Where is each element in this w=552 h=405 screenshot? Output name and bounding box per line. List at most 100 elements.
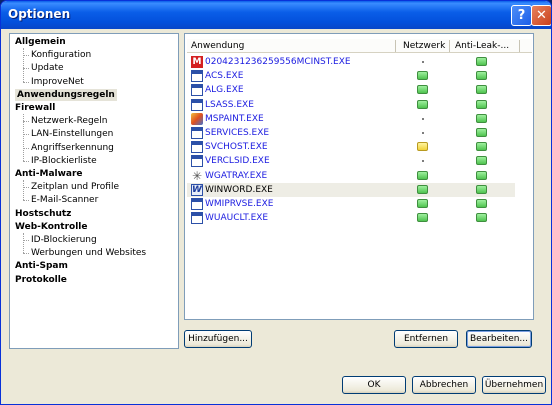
- tree-connector: [23, 232, 24, 254]
- anti-leak-status-green-indicator[interactable]: [476, 57, 487, 66]
- table-row[interactable]: VERCLSID.EXE: [187, 154, 515, 168]
- app-window-icon: [191, 98, 203, 111]
- application-name: VERCLSID.EXE: [205, 156, 270, 167]
- app-window-icon: [191, 198, 203, 210]
- network-status-green-indicator[interactable]: [417, 99, 428, 109]
- tree-item-netzwerk-regeln[interactable]: Netzwerk-Regeln: [31, 115, 107, 127]
- tree-item-id-blockierung[interactable]: ID-Blockierung: [31, 234, 97, 246]
- table-row[interactable]: M 0204231236259556MCINST.EXE: [187, 55, 515, 69]
- tree-item-anti-malware[interactable]: Anti-Malware: [15, 168, 83, 180]
- tree-item-web-kontrolle[interactable]: Web-Kontrolle: [15, 221, 88, 233]
- star-icon: ✳: [191, 168, 203, 183]
- paint-icon: [191, 112, 203, 125]
- network-status-dot-indicator[interactable]: [422, 117, 424, 120]
- column-header-application[interactable]: Anwendung: [187, 39, 395, 53]
- tree-item-protokolle[interactable]: Protokolle: [15, 274, 67, 286]
- tree-item-firewall[interactable]: Firewall: [15, 102, 55, 114]
- anti-leak-status-green-indicator[interactable]: [476, 156, 487, 166]
- tree-item-zeitplan-und-profile[interactable]: Zeitplan und Profile: [31, 181, 119, 193]
- network-status-green-indicator[interactable]: [417, 199, 428, 208]
- add-button[interactable]: Hinzufügen...: [184, 330, 252, 348]
- tree-item-konfiguration[interactable]: Konfiguration: [31, 49, 91, 61]
- application-name: WGATRAY.EXE: [205, 170, 268, 181]
- application-name: SVCHOST.EXE: [205, 142, 268, 153]
- help-button[interactable]: ?: [511, 5, 532, 26]
- network-status-green-indicator[interactable]: [417, 213, 428, 223]
- anti-leak-status-green-indicator[interactable]: [476, 128, 487, 137]
- application-name: ALG.EXE: [205, 85, 244, 96]
- anti-leak-status-green-indicator[interactable]: [476, 213, 487, 223]
- network-status-dot-indicator[interactable]: [422, 61, 424, 63]
- table-row[interactable]: WUAUCLT.EXE: [187, 211, 515, 225]
- table-row[interactable]: ALG.EXE: [187, 83, 515, 97]
- application-rules-list: Anwendung Netzwerk Anti-Leak-... M 020423…: [184, 33, 534, 320]
- options-dialog: Optionen ? ✕ Allgemein Konfiguration Updat…: [0, 0, 552, 405]
- tree-item-e-mail-scanner[interactable]: E-Mail-Scanner: [31, 194, 98, 206]
- tree-item-angriffserkennung[interactable]: Angriffserkennung: [31, 142, 114, 154]
- table-row[interactable]: W WINWORD.EXE: [187, 182, 515, 197]
- network-status-green-indicator[interactable]: [417, 170, 428, 180]
- word-icon: W: [191, 183, 203, 196]
- title-bar: Optionen ? ✕: [1, 1, 551, 29]
- anti-leak-status-green-indicator[interactable]: [476, 184, 487, 194]
- app-window-icon: [191, 212, 203, 225]
- table-row[interactable]: ACS.EXE: [187, 69, 515, 83]
- application-name: SERVICES.EXE: [205, 128, 270, 138]
- application-name: LSASS.EXE: [205, 99, 254, 110]
- application-name: WUAUCLT.EXE: [205, 213, 269, 224]
- tree-item-lan-einstellungen[interactable]: LAN-Einstellungen: [31, 128, 113, 140]
- table-row[interactable]: LSASS.EXE: [187, 98, 515, 112]
- table-row[interactable]: WMIPRVSE.EXE: [187, 197, 515, 211]
- table-row[interactable]: SVCHOST.EXE: [187, 140, 515, 154]
- tree-item-update[interactable]: Update: [31, 62, 64, 74]
- mcafee-icon: M: [191, 56, 203, 68]
- tree-connector: [23, 81, 29, 83]
- list-header: Anwendung Netzwerk Anti-Leak-...: [187, 39, 532, 53]
- application-name: WMIPRVSE.EXE: [205, 199, 274, 209]
- tree-connector: [23, 48, 24, 82]
- network-status-yellow-indicator[interactable]: [417, 142, 428, 152]
- app-window-icon: [191, 84, 203, 97]
- table-row[interactable]: SERVICES.EXE: [187, 126, 515, 140]
- app-window-icon: [191, 155, 203, 168]
- app-window-icon: [191, 70, 203, 83]
- column-header-network[interactable]: Netzwerk: [399, 39, 447, 53]
- edit-button[interactable]: Bearbeiten...: [466, 330, 532, 348]
- tree-item-allgemein[interactable]: Allgemein: [15, 36, 66, 48]
- anti-leak-status-green-indicator[interactable]: [476, 170, 487, 180]
- table-row[interactable]: ✳ WGATRAY.EXE: [187, 169, 515, 183]
- app-window-icon: [191, 127, 203, 139]
- anti-leak-status-green-indicator[interactable]: [476, 142, 487, 152]
- tree-item-werbungen-und-websites[interactable]: Werbungen und Websites: [31, 247, 146, 259]
- application-name: WINWORD.EXE: [205, 184, 273, 195]
- ok-button[interactable]: OK: [342, 376, 406, 394]
- network-status-green-indicator[interactable]: [417, 85, 428, 95]
- tree-connector: [23, 200, 29, 202]
- tree-item-ip-blockierliste[interactable]: IP-Blockierliste: [31, 155, 97, 167]
- remove-button[interactable]: Entfernen: [394, 330, 458, 348]
- application-name: MSPAINT.EXE: [205, 113, 264, 124]
- anti-leak-status-green-indicator[interactable]: [476, 113, 487, 123]
- tree-item-improvenet[interactable]: ImproveNet: [31, 76, 84, 88]
- network-status-green-indicator[interactable]: [417, 184, 428, 194]
- anti-leak-status-green-indicator[interactable]: [476, 199, 487, 208]
- apply-button[interactable]: Übernehmen: [482, 376, 546, 394]
- tree-item-anwendungsregeln[interactable]: Anwendungsregeln: [15, 88, 117, 101]
- network-status-dot-indicator[interactable]: [422, 160, 424, 163]
- column-header-anti-leak[interactable]: Anti-Leak-...: [451, 39, 519, 53]
- application-name: ACS.EXE: [205, 71, 244, 82]
- table-row[interactable]: MSPAINT.EXE: [187, 112, 515, 126]
- close-button[interactable]: ✕: [531, 5, 551, 26]
- tree-connector: [23, 180, 24, 201]
- cancel-button[interactable]: Abbrechen: [412, 376, 476, 394]
- anti-leak-status-green-indicator[interactable]: [476, 85, 487, 95]
- anti-leak-status-green-indicator[interactable]: [476, 71, 487, 81]
- tree-item-anti-spam[interactable]: Anti-Spam: [15, 260, 68, 272]
- network-status-green-indicator[interactable]: [417, 71, 428, 81]
- tree-connector: [23, 160, 29, 162]
- tree-item-hostschutz[interactable]: Hostschutz: [15, 208, 71, 220]
- anti-leak-status-green-indicator[interactable]: [476, 99, 487, 109]
- network-status-dot-indicator[interactable]: [422, 132, 424, 134]
- window-title: Optionen: [8, 7, 71, 21]
- application-name: 0204231236259556MCINST.EXE: [205, 57, 351, 67]
